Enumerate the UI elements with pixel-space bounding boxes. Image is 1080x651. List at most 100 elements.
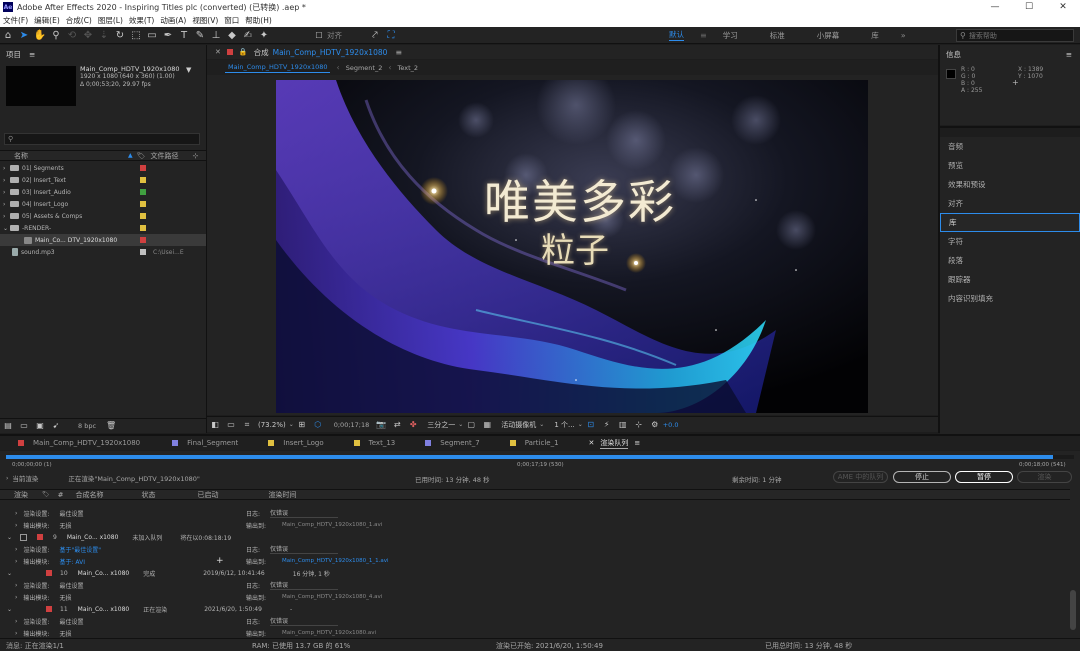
label-color[interactable] bbox=[140, 237, 146, 243]
interpret-footage-icon[interactable]: ▤ bbox=[1, 419, 15, 433]
label-color[interactable] bbox=[46, 606, 53, 612]
label-color[interactable] bbox=[140, 177, 146, 183]
breadcrumb-text[interactable]: Text_2 bbox=[398, 64, 419, 72]
grid-icon[interactable]: ⌗ bbox=[240, 418, 254, 432]
tab-render-queue[interactable]: ✕ 渲染队列 ≡ bbox=[589, 438, 640, 449]
panel-preview[interactable]: 预览 bbox=[940, 156, 1080, 175]
output-module-value[interactable]: 无损 bbox=[59, 593, 71, 602]
tab-main-comp[interactable]: Main_Comp_HDTV_1920x1080 bbox=[18, 439, 140, 447]
rectangle-tool-icon[interactable]: ▭ bbox=[145, 28, 159, 42]
render-item-row[interactable]: ⌄ 11 Main_Co... x1080 正在渲染 2021/6/20, 1:… bbox=[0, 603, 1064, 615]
mask-visibility-icon[interactable]: ⬡ bbox=[311, 418, 325, 432]
show-snapshot-icon[interactable]: ⇄ bbox=[390, 418, 404, 432]
tab-segment-7[interactable]: Segment_7 bbox=[425, 439, 480, 447]
current-timecode[interactable]: 0;00;17;18 bbox=[334, 421, 370, 429]
panel-paragraph[interactable]: 段落 bbox=[940, 251, 1080, 270]
output-module-value[interactable]: 无损 bbox=[59, 521, 71, 530]
pan-tool-icon[interactable]: ✥ bbox=[81, 28, 95, 42]
label-color[interactable] bbox=[140, 165, 146, 171]
pan-behind-tool-icon[interactable]: ⬚ bbox=[129, 28, 143, 42]
fast-preview-icon[interactable]: ⚡ bbox=[600, 418, 614, 432]
maximize-button[interactable]: ☐ bbox=[1012, 0, 1046, 14]
snapshot-icon[interactable]: 📷 bbox=[374, 418, 388, 432]
menu-effect[interactable]: 效果(T) bbox=[129, 15, 154, 26]
expand-arrow-icon[interactable]: › bbox=[6, 475, 8, 482]
workspace-small-screen[interactable]: 小屏幕 bbox=[817, 30, 840, 41]
panel-audio[interactable]: 音频 bbox=[940, 137, 1080, 156]
render-queue-scrollbar[interactable] bbox=[1070, 590, 1076, 630]
log-dropdown[interactable]: 仅错误 bbox=[270, 616, 338, 626]
project-item[interactable]: › 03| Insert_Audio bbox=[0, 186, 206, 198]
panel-menu-icon[interactable]: ≡ bbox=[395, 48, 402, 57]
eraser-tool-icon[interactable]: ◆ bbox=[225, 28, 239, 42]
render-item-row[interactable]: ⌄ 9 Main_Co... x1080 未加入队列 将在以0:08:18:19 bbox=[0, 531, 1064, 543]
workspace-standard[interactable]: 标准 bbox=[770, 30, 785, 41]
home-icon[interactable]: ⌂ bbox=[1, 28, 15, 42]
stop-button[interactable]: 停止 bbox=[893, 471, 951, 483]
timeline-icon[interactable]: ▥ bbox=[616, 418, 630, 432]
panel-content-aware-fill[interactable]: 内容识别填充 bbox=[940, 289, 1080, 308]
close-button[interactable]: ✕ bbox=[1046, 0, 1080, 14]
workspace-default[interactable]: 默认 bbox=[669, 29, 684, 41]
workspace-more-icon[interactable]: » bbox=[901, 31, 906, 40]
project-item[interactable]: › 04| Insert_Logo bbox=[0, 198, 206, 210]
exposure-value[interactable]: +0.0 bbox=[663, 421, 679, 429]
snap-icon[interactable]: ⤤ bbox=[368, 28, 382, 42]
log-dropdown[interactable]: 仅错误 bbox=[270, 508, 338, 518]
render-settings-value[interactable]: 最佳设置 bbox=[59, 617, 83, 626]
label-color[interactable] bbox=[37, 534, 44, 540]
panel-align[interactable]: 对齐 bbox=[940, 194, 1080, 213]
project-search[interactable]: ⚲ bbox=[4, 133, 200, 145]
help-search-input[interactable] bbox=[968, 31, 1069, 40]
render-settings-value[interactable]: 基于"最佳设置" bbox=[59, 545, 101, 554]
project-item[interactable]: ⌄ -RENDER- bbox=[0, 222, 206, 234]
project-item[interactable]: sound.mp3 C:\Usei...E bbox=[0, 246, 206, 258]
label-color[interactable] bbox=[46, 570, 53, 576]
minimize-button[interactable]: — bbox=[978, 0, 1012, 14]
panel-effects-presets[interactable]: 效果和预设 bbox=[940, 175, 1080, 194]
label-column-icon[interactable]: 🏷 bbox=[137, 152, 146, 160]
pen-tool-icon[interactable]: ✒ bbox=[161, 28, 175, 42]
render-settings-value[interactable]: 最佳设置 bbox=[59, 581, 83, 590]
roto-brush-tool-icon[interactable]: ✍ bbox=[241, 28, 255, 42]
col-comp-name[interactable]: 合成名称 bbox=[76, 490, 104, 500]
output-path[interactable]: Main_Comp_HDTV_1920x1080_1.avi bbox=[282, 522, 382, 528]
new-composition-icon[interactable]: ▣ bbox=[33, 419, 47, 433]
col-name[interactable]: 名称 bbox=[14, 151, 28, 161]
hand-tool-icon[interactable]: ✋ bbox=[33, 28, 47, 42]
panel-menu-icon[interactable]: ≡ bbox=[29, 50, 35, 59]
lock-icon[interactable]: 🔒 bbox=[239, 48, 248, 56]
col-number[interactable]: # bbox=[58, 491, 64, 499]
new-folder-icon[interactable]: ▭ bbox=[17, 419, 31, 433]
panel-menu-icon[interactable]: ≡ bbox=[634, 439, 640, 447]
add-output-module-icon[interactable]: + bbox=[216, 556, 224, 566]
workspace-learn[interactable]: 学习 bbox=[723, 30, 738, 41]
label-color[interactable] bbox=[140, 249, 146, 255]
menu-view[interactable]: 视图(V) bbox=[192, 15, 218, 26]
exposure-reset-icon[interactable]: ⚙ bbox=[648, 418, 662, 432]
project-item-selected[interactable]: Main_Co... DTV_1920x1080 bbox=[0, 234, 206, 246]
selection-tool-icon[interactable]: ➤ bbox=[17, 28, 31, 42]
clone-stamp-tool-icon[interactable]: ⊥ bbox=[209, 28, 223, 42]
monitor-icon[interactable]: ▭ bbox=[224, 418, 238, 432]
panel-tracker[interactable]: 跟踪器 bbox=[940, 270, 1080, 289]
menu-file[interactable]: 文件(F) bbox=[3, 15, 28, 26]
camera-dropdown[interactable]: 活动摄像机 bbox=[501, 420, 536, 430]
label-color[interactable] bbox=[140, 225, 146, 231]
col-started[interactable]: 已启动 bbox=[198, 490, 219, 500]
always-preview-icon[interactable]: ◧ bbox=[208, 418, 222, 432]
render-checkbox[interactable] bbox=[20, 533, 28, 541]
log-dropdown[interactable]: 仅错误 bbox=[270, 544, 338, 554]
output-module-value[interactable]: 无损 bbox=[59, 629, 71, 638]
col-render-time[interactable]: 渲染时间 bbox=[269, 490, 297, 500]
pause-button[interactable]: 暂停 bbox=[955, 471, 1013, 483]
guides-icon[interactable]: ⊞ bbox=[295, 418, 309, 432]
bit-depth[interactable]: 8 bpc bbox=[78, 422, 96, 430]
col-render[interactable]: 渲染 bbox=[14, 490, 28, 500]
breadcrumb-main-comp[interactable]: Main_Comp_HDTV_1920x1080 bbox=[225, 62, 331, 73]
menu-animation[interactable]: 动画(A) bbox=[160, 15, 186, 26]
sort-icon[interactable]: ▲ bbox=[128, 152, 133, 159]
orbit-tool-icon[interactable]: ⟲ bbox=[65, 28, 79, 42]
output-path[interactable]: Main_Comp_HDTV_1920x1080.avi bbox=[282, 630, 376, 636]
flowchart-icon[interactable]: ⊹ bbox=[193, 152, 199, 160]
